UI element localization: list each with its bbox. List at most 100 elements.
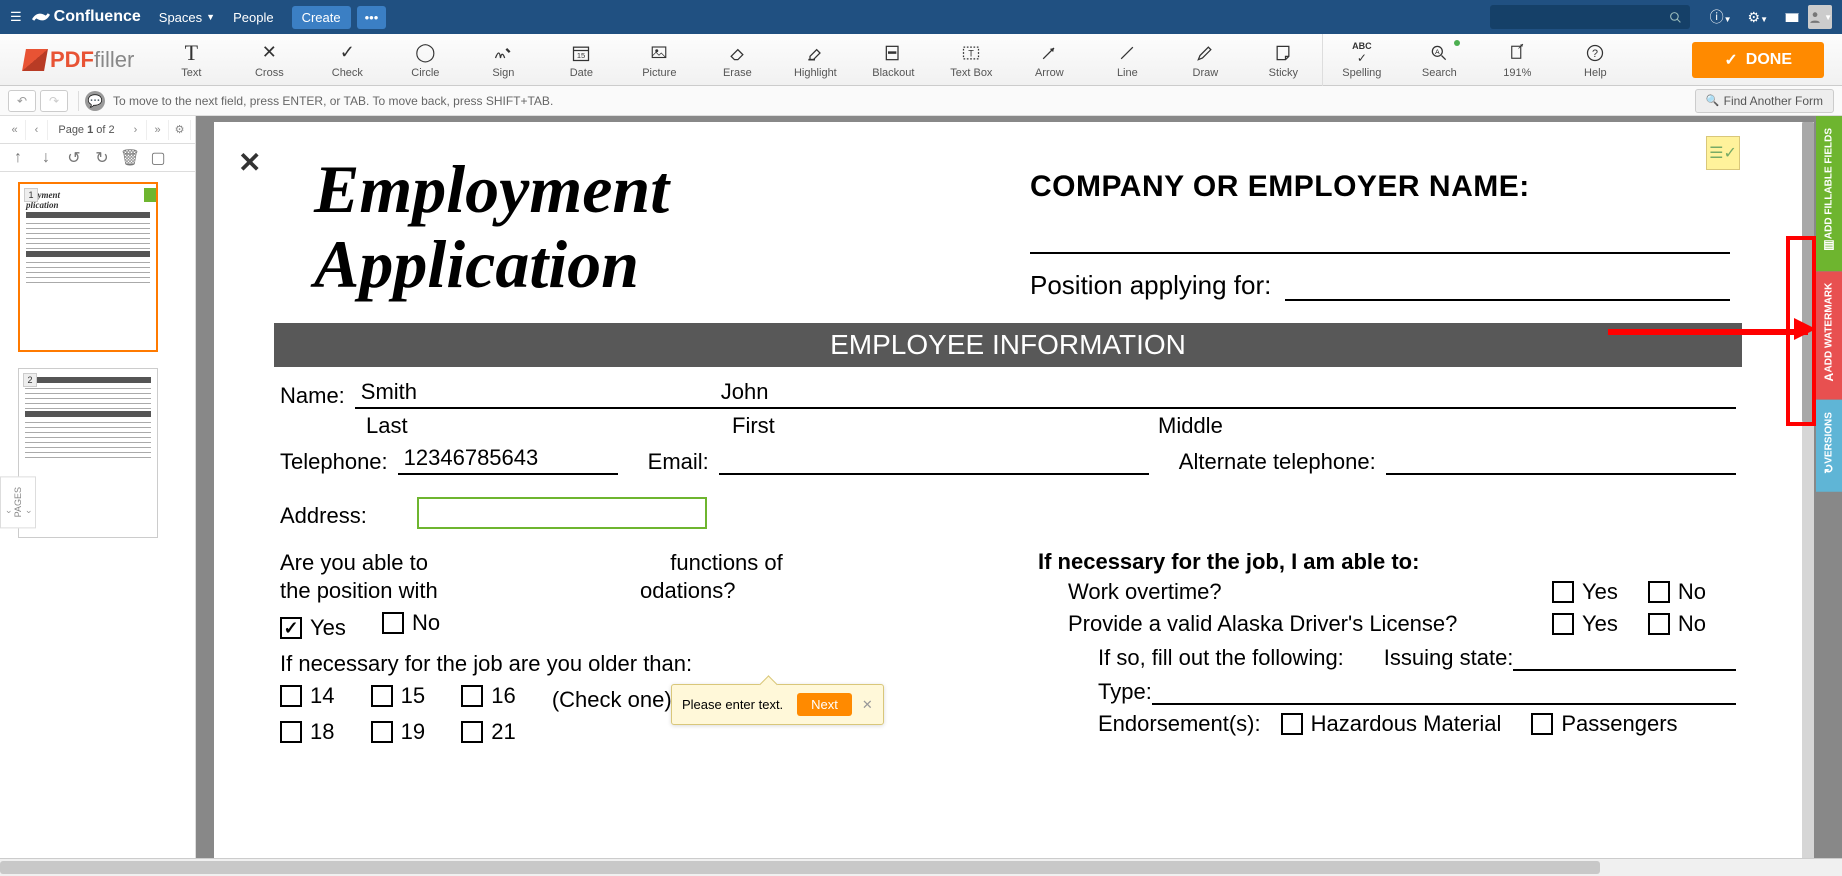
ot-no[interactable]: No (1648, 579, 1706, 605)
endorse-pass[interactable]: Passengers (1531, 711, 1677, 737)
page-next-button[interactable]: › (125, 120, 147, 140)
tool-arrow[interactable]: Arrow (1010, 34, 1088, 86)
thumbnail-page-2[interactable]: 2 (18, 368, 158, 538)
notifications-icon[interactable] (1784, 9, 1800, 25)
q1-yes[interactable]: Yes (280, 615, 346, 641)
side-tab-versions[interactable]: ↻VERSIONS (1816, 400, 1842, 492)
browser-horizontal-scrollbar[interactable] (0, 858, 1842, 876)
tool-zoom[interactable]: 191% (1478, 34, 1556, 86)
endorse-haz[interactable]: Hazardous Material (1281, 711, 1502, 737)
page-last-button[interactable]: » (147, 120, 169, 140)
done-button[interactable]: DONE (1692, 42, 1824, 78)
redo-button[interactable]: ↷ (40, 90, 68, 112)
address-field[interactable] (417, 497, 707, 529)
tool-search[interactable]: ASearch (1400, 34, 1478, 86)
document-page[interactable]: ✕ ☰✓ Employment Application COMPANY OR E… (214, 122, 1802, 876)
close-icon[interactable]: ✕ (238, 146, 261, 179)
hint-bubble-icon: 💬 (85, 91, 105, 111)
move-down-button[interactable]: ↓ (34, 148, 58, 168)
rotate-ccw-button[interactable]: ↺ (62, 148, 86, 168)
tool-sign[interactable]: Sign (464, 34, 542, 86)
lic-no[interactable]: No (1648, 611, 1706, 637)
more-button[interactable]: ••• (357, 6, 387, 29)
tool-spelling[interactable]: ABC✓Spelling (1322, 34, 1400, 86)
age-14[interactable]: 14 (280, 683, 334, 709)
move-up-button[interactable]: ↑ (6, 148, 30, 168)
page-first-button[interactable]: « (4, 120, 26, 140)
thumbnail-page-1[interactable]: 1 ploymentplication (18, 182, 158, 352)
alt-telephone-field[interactable] (1386, 447, 1736, 475)
age-15[interactable]: 15 (371, 683, 425, 709)
tool-help[interactable]: ?Help (1556, 34, 1634, 86)
add-page-button[interactable]: ▢ (146, 148, 170, 168)
tool-text[interactable]: TText (152, 34, 230, 86)
right-questions-col: If necessary for the job, I am able to: … (1038, 549, 1736, 750)
age-18[interactable]: 18 (280, 719, 334, 745)
issuing-label: Issuing state: (1384, 645, 1514, 671)
tool-textbox[interactable]: TText Box (932, 34, 1010, 86)
sticky-note-icon[interactable]: ☰✓ (1706, 136, 1740, 170)
circle-icon: ◯ (415, 41, 435, 65)
type-field[interactable] (1152, 677, 1736, 705)
tool-erase[interactable]: Erase (698, 34, 776, 86)
confluence-logo[interactable]: Confluence (32, 8, 141, 26)
nav-people[interactable]: People (233, 10, 273, 25)
last-name-field[interactable]: Smith (355, 379, 715, 409)
company-name-field[interactable] (1030, 214, 1730, 254)
ot-yes[interactable]: Yes (1552, 579, 1618, 605)
hamburger-icon[interactable]: ☰ (10, 9, 22, 25)
q1-no[interactable]: No (382, 610, 440, 636)
tool-blackout[interactable]: Blackout (854, 34, 932, 86)
tool-check[interactable]: ✓Check (308, 34, 386, 86)
tooltip-close-icon[interactable]: ✕ (862, 697, 873, 713)
page-prev-button[interactable]: ‹ (26, 120, 48, 140)
side-tab-watermark[interactable]: AADD WATERMARK (1816, 271, 1842, 399)
tooltip-next-button[interactable]: Next (797, 693, 852, 716)
nav-spaces[interactable]: Spaces▼ (159, 10, 215, 25)
sign-icon (492, 41, 514, 65)
doc-body: Name: Smith John Last First Middle Telep… (274, 379, 1742, 750)
document-canvas: ✕ ☰✓ Employment Application COMPANY OR E… (196, 116, 1842, 876)
tool-cross[interactable]: ✕Cross (230, 34, 308, 86)
vertical-scrollbar[interactable] (1802, 122, 1814, 876)
svg-text:15: 15 (577, 51, 585, 60)
last-sublabel: Last (366, 413, 732, 439)
svg-text:?: ? (1592, 48, 1598, 60)
tool-picture[interactable]: Picture (620, 34, 698, 86)
create-button[interactable]: Create (292, 6, 351, 29)
position-field[interactable] (1285, 271, 1730, 301)
telephone-field[interactable]: 12346785643 (398, 445, 618, 475)
undo-button[interactable]: ↶ (8, 90, 36, 112)
tool-highlight[interactable]: Highlight (776, 34, 854, 86)
email-field[interactable] (719, 447, 1149, 475)
age-21[interactable]: 21 (461, 719, 515, 745)
help-icon[interactable]: ⓘ▼ (1710, 7, 1732, 27)
tool-circle[interactable]: ◯Circle (386, 34, 464, 86)
tool-line[interactable]: Line (1088, 34, 1166, 86)
rotate-cw-button[interactable]: ↻ (90, 148, 114, 168)
tool-date[interactable]: 15Date (542, 34, 620, 86)
find-another-form-button[interactable]: Find Another Form (1695, 89, 1834, 113)
confluence-search-input[interactable] (1490, 5, 1690, 29)
first-name-field[interactable]: John (715, 379, 1135, 409)
checkbox-icon (280, 617, 302, 639)
enter-text-tooltip: Please enter text. Next ✕ (671, 684, 884, 725)
tool-sticky[interactable]: Sticky (1244, 34, 1322, 86)
settings-icon[interactable]: ⚙▼ (1748, 9, 1768, 26)
r-head: If necessary for the job, I am able to: (1038, 549, 1736, 575)
user-avatar[interactable]: ▼ (1808, 5, 1832, 29)
delete-page-button[interactable]: 🗑 (118, 148, 142, 168)
age-16[interactable]: 16 (461, 683, 515, 709)
side-tab-fillable-fields[interactable]: ▤ADD FILLABLE FIELDS (1816, 116, 1842, 271)
telephone-label: Telephone: (280, 449, 388, 475)
issuing-state-field[interactable] (1513, 643, 1736, 671)
lic-yes[interactable]: Yes (1552, 611, 1618, 637)
pdffiller-logo[interactable]: PDFfiller (0, 47, 152, 73)
pdffiller-logo-icon (22, 49, 48, 71)
age-19[interactable]: 19 (371, 719, 425, 745)
page-settings-button[interactable]: ⚙ (169, 120, 191, 140)
middle-name-field[interactable] (1135, 381, 1736, 409)
help-icon-tool: ? (1585, 41, 1605, 65)
pages-collapse-handle[interactable]: ‹PAGES‹ (0, 476, 36, 528)
tool-draw[interactable]: Draw (1166, 34, 1244, 86)
